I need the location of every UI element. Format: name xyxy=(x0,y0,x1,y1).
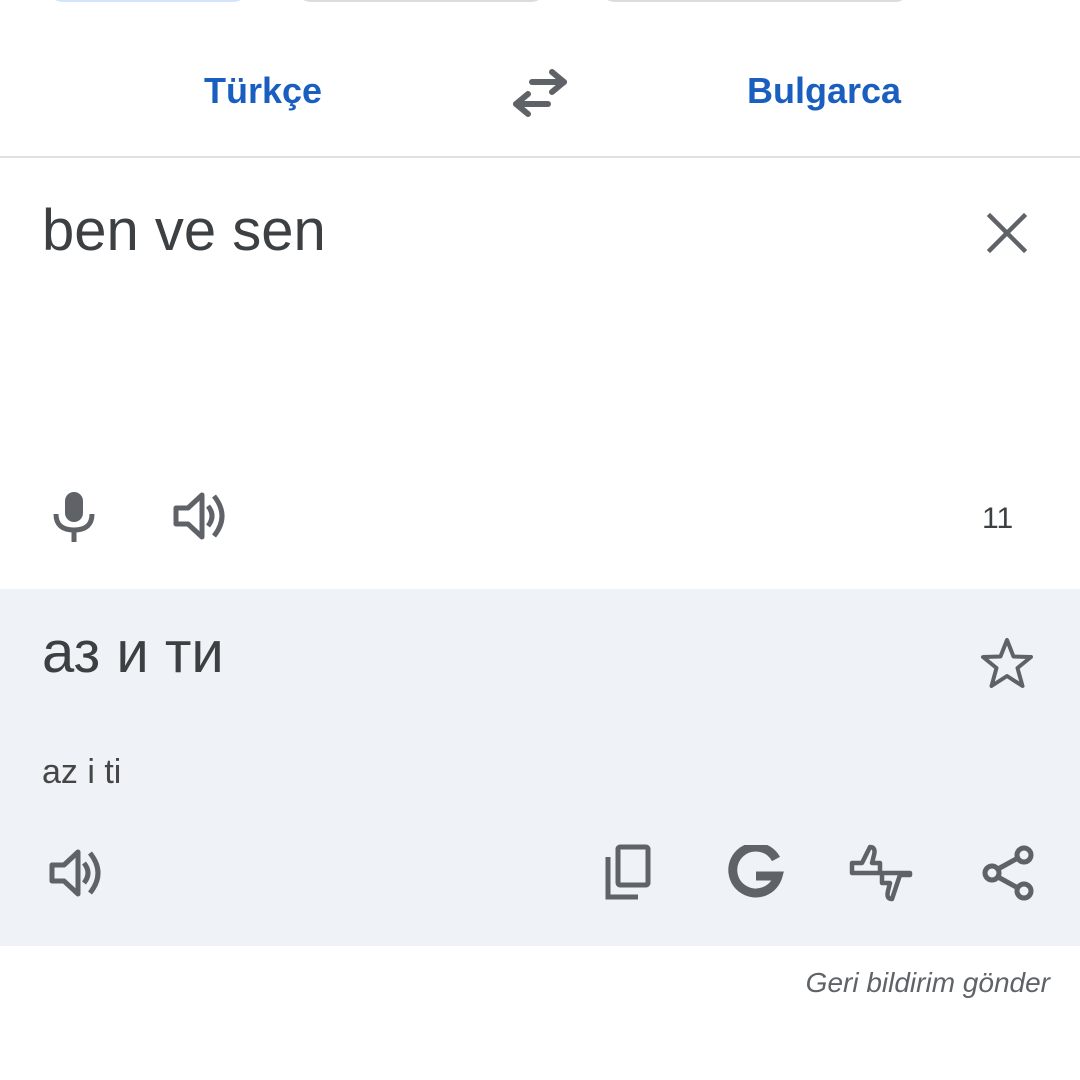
google-g-icon[interactable] xyxy=(726,845,784,903)
translated-text: аз и ти xyxy=(42,620,224,685)
volume-icon[interactable] xyxy=(46,845,108,901)
target-language-button[interactable]: Bulgarca xyxy=(747,70,901,112)
transliteration-text: az i ti xyxy=(42,753,122,791)
swap-languages-icon[interactable] xyxy=(510,68,570,118)
microphone-icon[interactable] xyxy=(46,488,102,544)
volume-icon[interactable] xyxy=(170,488,232,544)
language-bar: Türkçe Bulgarca xyxy=(0,30,1080,158)
send-feedback-link[interactable]: Geri bildirim gönder xyxy=(806,967,1050,999)
close-icon[interactable] xyxy=(982,208,1032,258)
source-language-button[interactable]: Türkçe xyxy=(204,70,322,112)
mode-chip[interactable] xyxy=(296,0,546,2)
translate-screen: Türkçe Bulgarca ben ve sen 11 аз и ти az… xyxy=(0,0,1080,1080)
thumbs-up-down-icon[interactable] xyxy=(846,841,916,905)
copy-icon[interactable] xyxy=(600,843,656,903)
translation-result-panel: аз и ти az i ti xyxy=(0,589,1080,946)
mode-chip-active[interactable] xyxy=(48,0,248,2)
star-outline-icon[interactable] xyxy=(978,635,1036,693)
character-count: 11 xyxy=(982,502,1014,535)
source-text-input[interactable]: ben ve sen xyxy=(42,197,326,264)
share-icon[interactable] xyxy=(980,843,1036,903)
mode-chip[interactable] xyxy=(600,0,910,2)
